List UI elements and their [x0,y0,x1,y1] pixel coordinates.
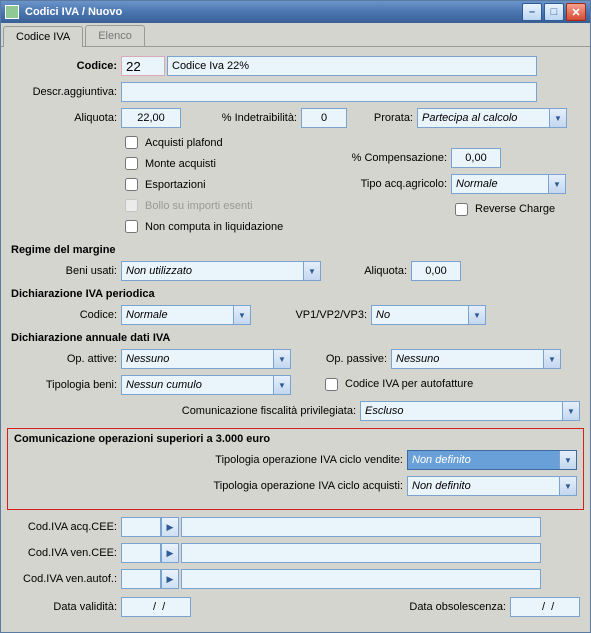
datavalid-input[interactable] [121,597,191,617]
prorata-label: Prorata: [347,112,417,124]
dropdown-icon: ▼ [303,262,320,280]
oppassive-label: Op. passive: [291,353,391,365]
tipovend-label: Tipologia operazione IVA ciclo vendite: [215,454,407,466]
vp-value: No [376,309,390,321]
oppassive-select[interactable]: Nessuno ▼ [391,349,561,369]
lookup-button[interactable]: ▶ [161,569,179,589]
indetr-label: % Indetraibilità: [181,112,301,124]
dropdown-icon: ▼ [562,402,579,420]
codice2-value: Normale [126,309,168,321]
beniusati-label: Beni usati: [11,265,121,277]
dropdown-icon: ▼ [549,109,566,127]
codice-desc-input[interactable] [167,56,537,76]
codice2-select[interactable]: Normale ▼ [121,305,251,325]
chk-monte[interactable]: Monte acquisti [121,154,321,173]
indetr-input[interactable] [301,108,347,128]
chk-plafond[interactable]: Acquisti plafond [121,133,321,152]
close-button[interactable]: ✕ [566,3,586,21]
opattive-value: Nessuno [126,353,169,365]
dropdown-icon: ▼ [543,350,560,368]
window-title: Codici IVA / Nuovo [25,6,522,18]
fiscpriv-value: Escluso [365,405,404,417]
codvenautof-label: Cod.IVA ven.autof.: [11,573,121,585]
prorata-select[interactable]: Partecipa al calcolo ▼ [417,108,567,128]
dropdown-icon: ▼ [559,477,576,495]
window-frame: Codici IVA / Nuovo – □ ✕ Codice IVA Elen… [0,0,591,633]
tab-elenco[interactable]: Elenco [85,25,145,46]
beniusati-value: Non utilizzato [126,265,192,277]
chk-esportazioni[interactable]: Esportazioni [121,175,321,194]
chk-autofatture[interactable]: Codice IVA per autofatture [321,375,473,394]
dropdown-icon: ▼ [273,376,290,394]
tab-bar: Codice IVA Elenco [1,23,590,47]
codice-label: Codice: [11,60,121,72]
tipoagr-select[interactable]: Normale ▼ [451,174,566,194]
section-regime-margine: Regime del margine [11,244,580,256]
tipovend-select[interactable]: Non definito ▼ [407,450,577,470]
codvenautof-input[interactable] [121,569,161,589]
codvencee-label: Cod.IVA ven.CEE: [11,547,121,559]
codacqcee-input[interactable] [121,517,161,537]
codacqcee-label: Cod.IVA acq.CEE: [11,521,121,533]
dataobs-label: Data obsolescenza: [409,601,510,613]
aliquota-input[interactable] [121,108,181,128]
opattive-label: Op. attive: [11,353,121,365]
form-body: Codice: Descr.aggiuntiva: Aliquota: % In… [1,47,590,632]
tipoacq-value: Non definito [412,480,471,492]
tab-codice-iva[interactable]: Codice IVA [3,26,83,47]
aliquota-label: Aliquota: [11,112,121,124]
tipoacq-label: Tipologia operazione IVA ciclo acquisti: [213,480,407,492]
beniusati-select[interactable]: Non utilizzato ▼ [121,261,321,281]
tipoagr-value: Normale [456,178,498,190]
section-3000-euro-box: Comunicazione operazioni superiori a 3.0… [7,428,584,510]
chk-reverse[interactable]: Reverse Charge [451,200,555,219]
codvenautof-desc[interactable] [181,569,541,589]
tipobeni-value: Nessun cumulo [126,379,202,391]
tipovend-value: Non definito [412,454,471,466]
dropdown-icon: ▼ [559,451,576,469]
opattive-select[interactable]: Nessuno ▼ [121,349,291,369]
fiscpriv-label: Comunicazione fiscalità privilegiata: [182,405,360,417]
fiscpriv-select[interactable]: Escluso ▼ [360,401,580,421]
vp-label: VP1/VP2/VP3: [251,309,371,321]
descr-agg-label: Descr.aggiuntiva: [11,86,121,98]
dropdown-icon: ▼ [548,175,565,193]
codacqcee-desc[interactable] [181,517,541,537]
oppassive-value: Nessuno [396,353,439,365]
aliquota2-label: Aliquota: [321,265,411,277]
dropdown-icon: ▼ [468,306,485,324]
titlebar: Codici IVA / Nuovo – □ ✕ [1,1,590,23]
tipoacq-select[interactable]: Non definito ▼ [407,476,577,496]
dataobs-input[interactable] [510,597,580,617]
codice-input[interactable] [121,56,165,76]
maximize-button[interactable]: □ [544,3,564,21]
lookup-button[interactable]: ▶ [161,517,179,537]
minimize-button[interactable]: – [522,3,542,21]
aliquota2-input[interactable] [411,261,461,281]
vp-select[interactable]: No ▼ [371,305,486,325]
dropdown-icon: ▼ [273,350,290,368]
chk-noncomputa[interactable]: Non computa in liquidazione [121,217,321,236]
codvencee-input[interactable] [121,543,161,563]
compens-input[interactable] [451,148,501,168]
lookup-button[interactable]: ▶ [161,543,179,563]
codvencee-desc[interactable] [181,543,541,563]
dropdown-icon: ▼ [233,306,250,324]
chk-bollo: Bollo su importi esenti [121,196,321,215]
tipobeni-label: Tipologia beni: [11,379,121,391]
app-icon [5,5,19,19]
datavalid-label: Data validità: [11,601,121,613]
section-annuale: Dichiarazione annuale dati IVA [11,332,580,344]
tipobeni-select[interactable]: Nessun cumulo ▼ [121,375,291,395]
compens-label: % Compensazione: [321,152,451,164]
descr-agg-input[interactable] [121,82,537,102]
tipoagr-label: Tipo acq.agricolo: [321,178,451,190]
prorata-value: Partecipa al calcolo [422,112,517,124]
section-3000-title: Comunicazione operazioni superiori a 3.0… [14,433,577,445]
section-iva-periodica: Dichiarazione IVA periodica [11,288,580,300]
codice2-label: Codice: [11,309,121,321]
